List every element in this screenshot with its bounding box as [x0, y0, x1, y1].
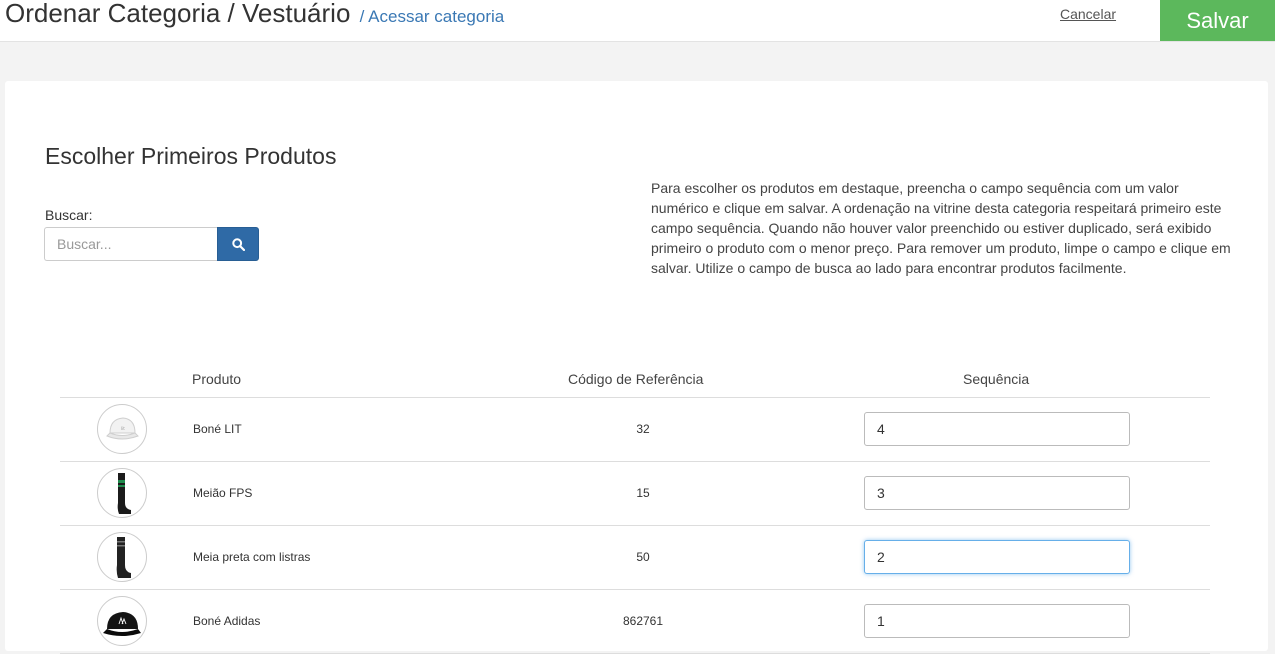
- table-row: Meião FPS 15: [60, 462, 1210, 526]
- cancel-link[interactable]: Cancelar: [1060, 6, 1116, 22]
- product-code: 32: [636, 422, 650, 436]
- sequence-input[interactable]: [864, 540, 1130, 574]
- column-header-sequencia: Sequência: [963, 371, 1030, 387]
- product-thumbnail: [97, 468, 147, 518]
- sequence-input[interactable]: [864, 476, 1130, 510]
- black-cap-icon: [103, 612, 141, 636]
- sequence-input[interactable]: [864, 604, 1130, 638]
- product-code: 15: [636, 486, 650, 500]
- table-header: Produto Código de Referência Sequência: [60, 367, 1210, 398]
- product-thumbnail: [97, 532, 147, 582]
- product-code: 862761: [622, 614, 664, 628]
- search-input[interactable]: [44, 227, 217, 261]
- product-thumbnail: lit: [97, 404, 147, 454]
- sequence-input[interactable]: [864, 412, 1130, 446]
- table-row: Boné Adidas 862761: [60, 590, 1210, 654]
- section-title: Escolher Primeiros Produtos: [45, 143, 337, 169]
- svg-text:lit: lit: [121, 426, 125, 431]
- column-header-codigo: Código de Referência: [568, 371, 704, 387]
- white-cap-icon: lit: [106, 417, 139, 440]
- page-title-text: Ordenar Categoria / Vestuário: [5, 0, 351, 28]
- product-name: Meia preta com listras: [193, 550, 311, 564]
- help-text: Para escolher os produtos em destaque, p…: [651, 180, 1231, 276]
- top-bar: Ordenar Categoria / Vestuário / Acessar …: [0, 0, 1275, 42]
- product-thumbnail: [97, 596, 147, 646]
- save-button[interactable]: Salvar: [1160, 0, 1275, 41]
- search-label: Buscar:: [45, 207, 93, 223]
- table-row: Meia preta com listras 50: [60, 526, 1210, 590]
- access-category-link[interactable]: / Acessar categoria: [360, 7, 505, 26]
- table-row: lit Boné LIT 32: [60, 398, 1210, 462]
- product-code: 50: [636, 550, 650, 564]
- black-striped-sock-icon: [116, 537, 131, 578]
- product-name: Meião FPS: [193, 486, 253, 500]
- product-name: Boné LIT: [193, 422, 242, 436]
- search-button[interactable]: [217, 227, 259, 261]
- column-header-produto: Produto: [192, 371, 242, 387]
- search-icon: [232, 238, 245, 251]
- product-name: Boné Adidas: [193, 614, 261, 628]
- content-panel: Escolher Primeiros Produtos Buscar: Para…: [5, 81, 1268, 654]
- page-title: Ordenar Categoria / Vestuário / Acessar …: [5, 0, 504, 29]
- black-green-sock-icon: [117, 473, 131, 514]
